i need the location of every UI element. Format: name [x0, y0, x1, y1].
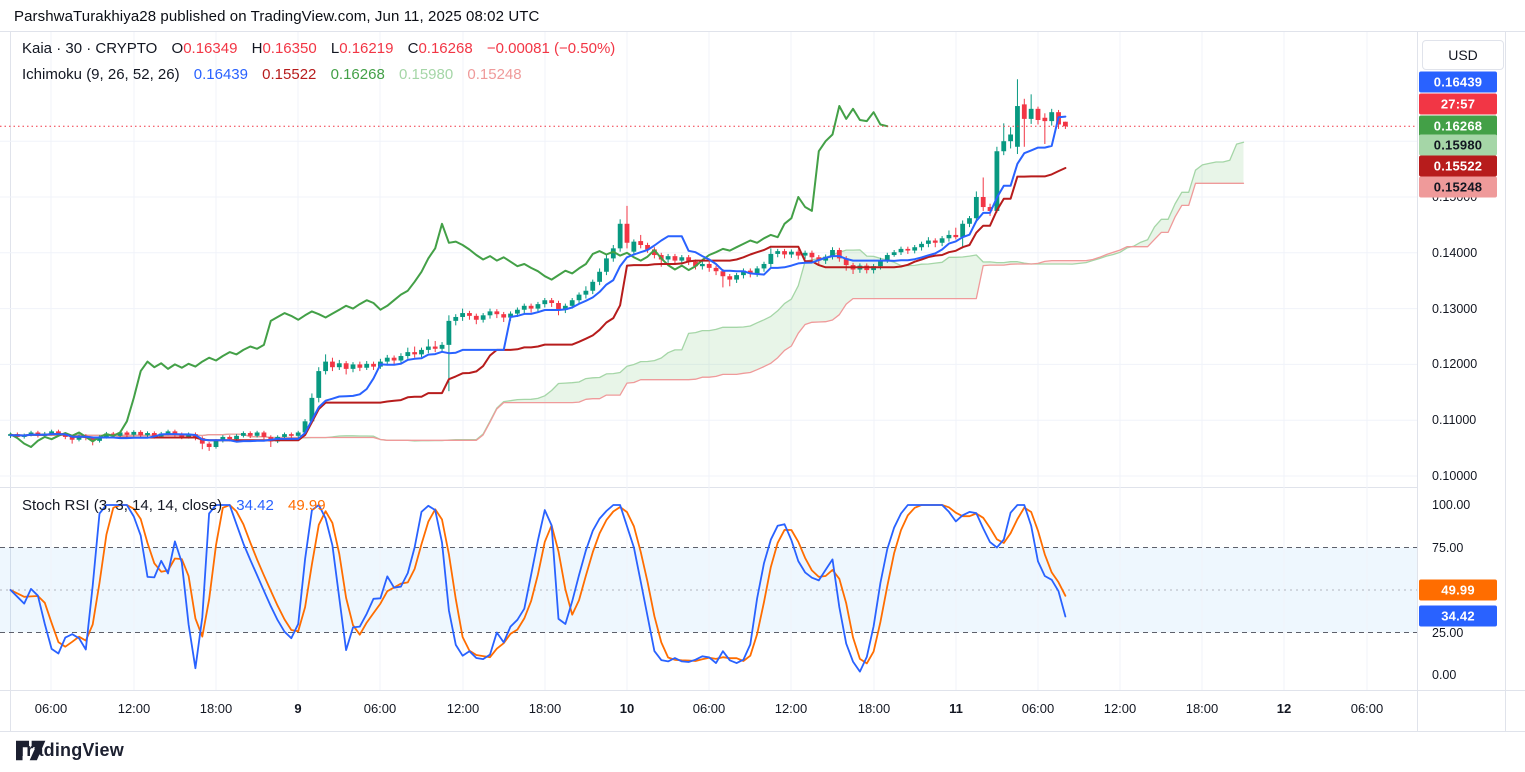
base-line-value: 0.15522 [262, 66, 316, 83]
axis-value-badge: 0.16268 [1419, 116, 1497, 137]
time-label: 12:00 [1104, 701, 1137, 716]
time-scale[interactable]: 06:00 12:00 18:00 9 06:00 12:00 18:00 10 06:00 12… [0, 690, 1417, 731]
axis-tick-label: 25.00 [1432, 626, 1463, 640]
time-label: 06:00 [693, 701, 726, 716]
stoch-rsi-pane[interactable] [0, 487, 1417, 690]
ichimoku-title: Ichimoku (9, 26, 52, 26) [22, 66, 180, 83]
axis-value-badge: 0.16439 [1419, 72, 1497, 93]
axis-tick-label: 0.12000 [1432, 357, 1477, 371]
ichimoku-legend: Ichimoku (9, 26, 52, 26) 0.16439 0.15522… [22, 66, 532, 83]
open-label: O [172, 40, 184, 57]
axis-value-badge: 34.42 [1419, 606, 1497, 627]
axis-tick-label: 0.00 [1432, 668, 1456, 682]
low-value: 0.16219 [339, 40, 393, 57]
time-label: 06:00 [364, 701, 397, 716]
close-label: C [408, 40, 419, 57]
lead2-value: 0.15248 [467, 66, 521, 83]
time-label: 06:00 [1022, 701, 1055, 716]
symbol-title: Kaia · 30 · CRYPTO [22, 40, 157, 57]
time-label-day: 9 [294, 701, 301, 716]
axis-tick-label: 75.00 [1432, 541, 1463, 555]
price-pane-chart[interactable] [0, 32, 1417, 487]
time-label: 12:00 [447, 701, 480, 716]
axis-tick-label: 100.00 [1432, 498, 1470, 512]
bottom-divider [0, 731, 1525, 732]
tradingview-link[interactable]: TradingView [16, 740, 124, 761]
stoch-k-value: 34.42 [236, 497, 274, 514]
close-value: 0.16268 [418, 40, 472, 57]
high-label: H [252, 40, 263, 57]
time-label: 12:00 [775, 701, 808, 716]
time-label: 06:00 [1351, 701, 1384, 716]
axis-tick-label: 0.10000 [1432, 469, 1477, 483]
stoch-rsi-legend: Stoch RSI (3, 3, 14, 14, close) 34.42 49… [22, 497, 326, 514]
change-value: −0.00081 (−0.50%) [487, 40, 615, 57]
axis-tick-label: 0.14000 [1432, 246, 1477, 260]
lagging-span-value: 0.16268 [331, 66, 385, 83]
axis-value-badge: 27:57 [1419, 94, 1497, 115]
time-label: 18:00 [858, 701, 891, 716]
time-label: 18:00 [1186, 701, 1219, 716]
axis-value-badge: 0.15248 [1419, 177, 1497, 198]
time-label: 12:00 [118, 701, 151, 716]
lead1-value: 0.15980 [399, 66, 453, 83]
high-value: 0.16350 [262, 40, 316, 57]
open-value: 0.16349 [183, 40, 237, 57]
time-label-day: 10 [620, 701, 634, 716]
tradingview-snapshot: ParshwaTurakhiya28 published on TradingV… [0, 0, 1525, 772]
axis-value-badge: 49.99 [1419, 580, 1497, 601]
price-scale[interactable]: USD 0.150000.140000.130000.120000.110000… [1417, 32, 1525, 731]
axis-value-badge: 0.15980 [1419, 135, 1497, 156]
tradingview-logo-icon [16, 740, 46, 761]
time-label: 06:00 [35, 701, 68, 716]
axis-tick-label: 0.11000 [1432, 413, 1476, 427]
axis-value-badge: 0.15522 [1419, 156, 1497, 177]
time-label-day: 11 [949, 701, 963, 716]
publish-header: ParshwaTurakhiya28 published on TradingV… [14, 8, 539, 25]
stoch-rsi-title: Stoch RSI (3, 3, 14, 14, close) [22, 497, 222, 514]
time-label: 18:00 [529, 701, 562, 716]
axis-tick-label: 0.13000 [1432, 302, 1477, 316]
currency-toggle-button[interactable]: USD [1422, 40, 1504, 70]
low-label: L [331, 40, 339, 57]
stoch-d-value: 49.99 [288, 497, 326, 514]
symbol-legend: Kaia · 30 · CRYPTO O0.16349 H0.16350 L0.… [22, 40, 615, 57]
conversion-line-value: 0.16439 [194, 66, 248, 83]
time-label: 18:00 [200, 701, 233, 716]
time-label-day: 12 [1277, 701, 1291, 716]
